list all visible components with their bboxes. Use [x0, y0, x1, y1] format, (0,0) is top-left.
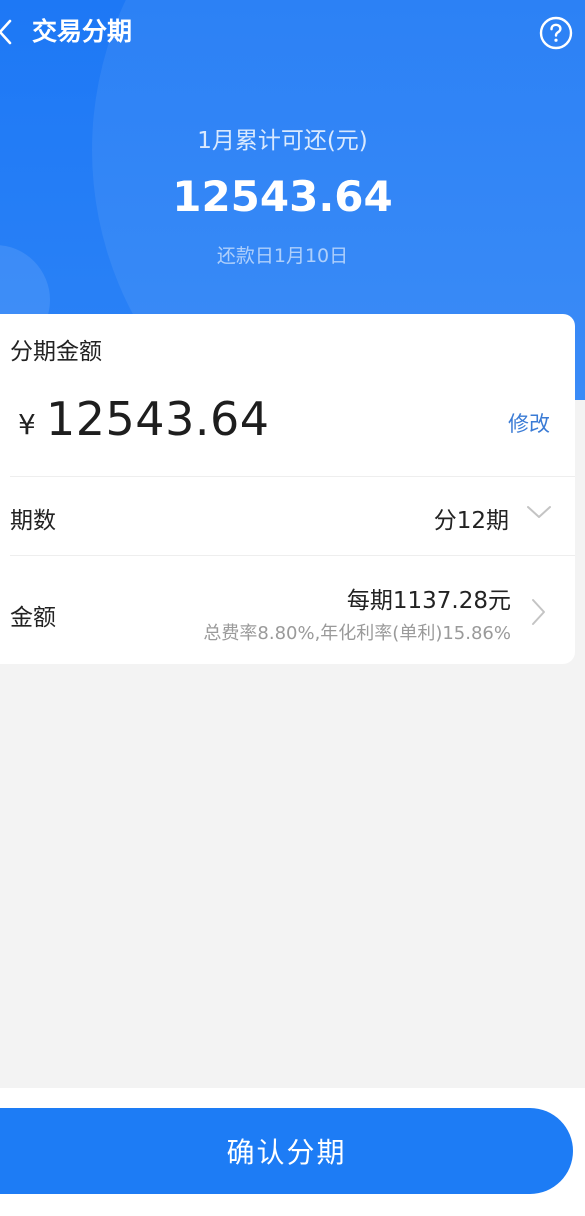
chevron-left-icon [0, 19, 12, 45]
repayable-label: 1月累计可还(元) [197, 128, 368, 154]
chevron-down-icon [527, 506, 551, 518]
question-circle-icon [539, 16, 573, 50]
installment-amount-title: 分期金额 [10, 339, 102, 365]
bottom-action-bar: 确认分期 [0, 1088, 585, 1216]
repayment-detail-row[interactable]: 金额 每期1137.28元 总费率8.80%,年化利率(单利)15.86% [0, 556, 575, 664]
amount-row: ¥ 12543.64 修改 [0, 384, 575, 476]
help-button[interactable] [539, 16, 573, 50]
repayable-amount: 12543.64 [172, 172, 393, 221]
edit-amount-link[interactable]: 修改 [508, 408, 550, 438]
money-label: 金额 [10, 605, 56, 631]
per-period-amount: 每期1137.28元 [346, 588, 511, 614]
chevron-right-icon [532, 599, 545, 625]
page-title: 交易分期 [32, 17, 133, 46]
currency-symbol: ¥ [18, 408, 36, 441]
period-value: 分12期 [433, 508, 509, 534]
back-button[interactable] [0, 14, 18, 50]
due-date: 还款日1月10日 [216, 245, 349, 267]
period-selector[interactable]: 期数 分12期 [0, 476, 575, 554]
installment-amount-value: 12543.64 [46, 392, 270, 446]
confirm-installment-button[interactable]: 确认分期 [0, 1108, 573, 1194]
period-label: 期数 [10, 508, 56, 534]
rate-info: 总费率8.80%,年化利率(单利)15.86% [203, 623, 511, 644]
confirm-button-label: 确认分期 [226, 1136, 347, 1169]
installment-card: 分期金额 ¥ 12543.64 修改 期数 分12期 金额 每期1137.28元… [0, 314, 575, 664]
